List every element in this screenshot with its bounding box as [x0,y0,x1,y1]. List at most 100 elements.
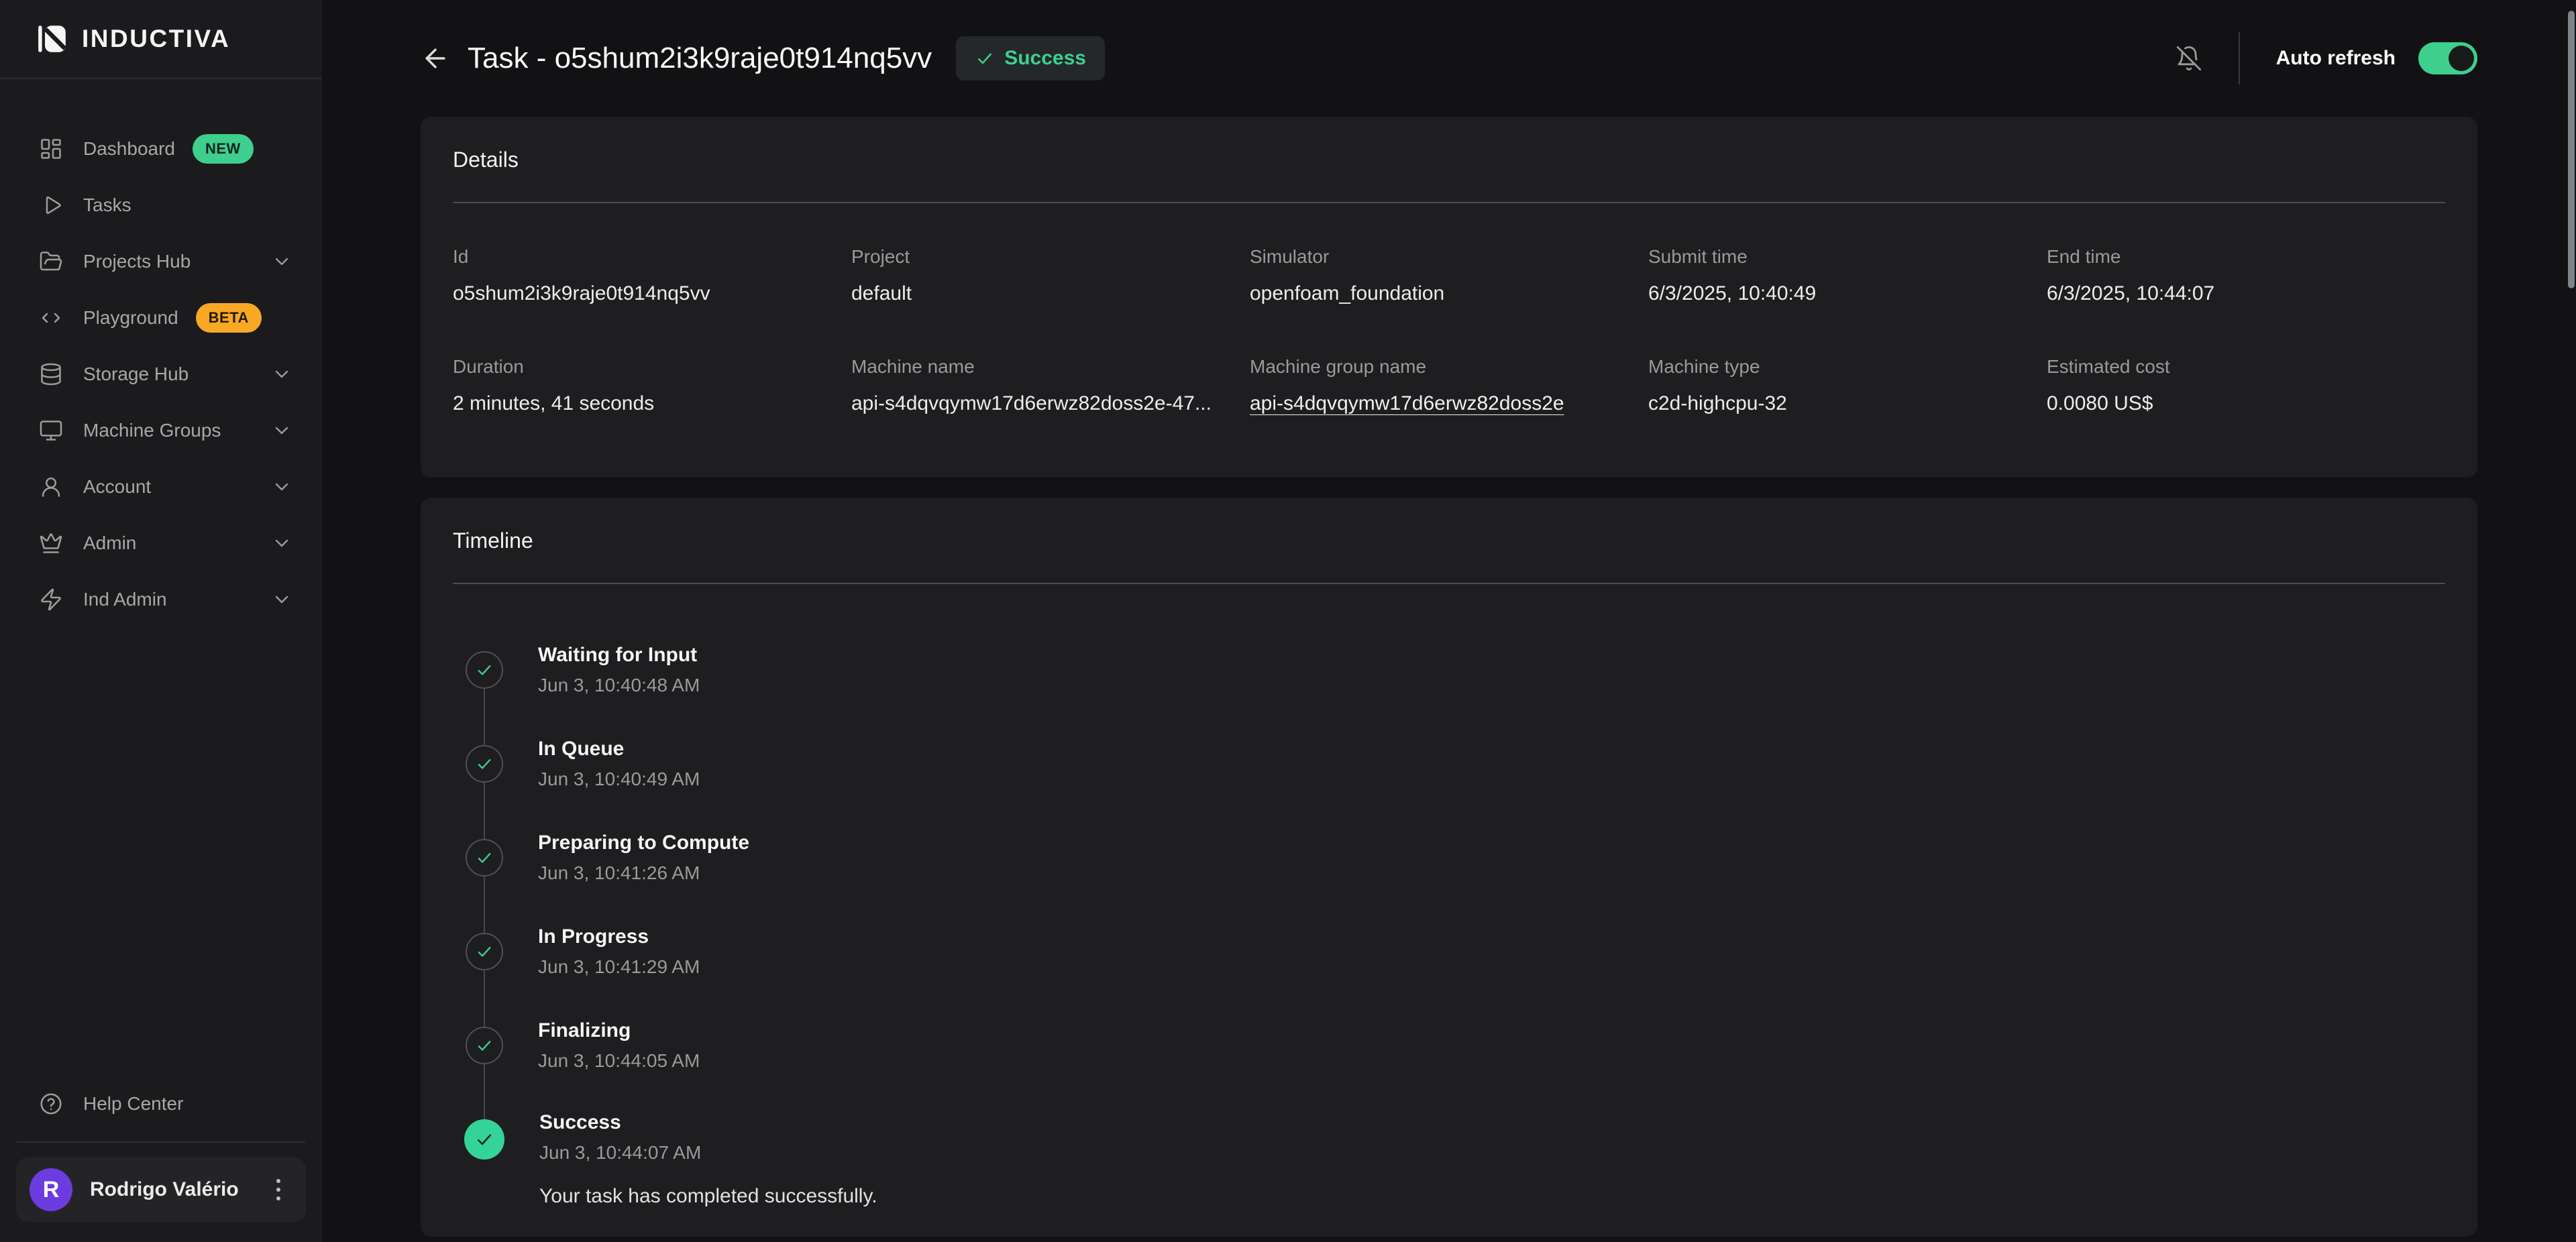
check-icon [475,848,494,867]
new-badge: NEW [193,134,254,164]
sidebar-item-help-center[interactable]: Help Center [0,1076,322,1132]
timeline-step-success: Success Jun 3, 10:44:07 AM Your task has… [466,1092,2445,1221]
field-end-time: End time 6/3/2025, 10:44:07 [2047,246,2445,305]
check-icon [475,754,494,773]
scrollbar-thumb[interactable] [2568,11,2575,288]
step-check-circle-filled [464,1119,504,1160]
user-menu[interactable]: R Rodrigo Valério [16,1158,306,1222]
user-icon [39,475,63,499]
sidebar-nav: Dashboard NEW Tasks Projects Hub Playgro… [0,79,322,628]
timeline-step-preparing-to-compute: Preparing to Compute Jun 3, 10:41:26 AM [466,811,2445,905]
user-menu-kebab-icon[interactable] [271,1174,286,1206]
field-project: Project default [851,246,1250,305]
step-time: Jun 3, 10:40:49 AM [538,769,700,790]
lightning-icon [39,587,63,612]
user-name: Rodrigo Valério [90,1178,239,1201]
chevron-down-icon [271,363,292,385]
main-content: Task - o5shum2i3k9raje0t914nq5vv Success… [322,0,2576,1242]
dashboard-icon [39,137,63,161]
field-value: default [851,282,1250,305]
check-icon [975,48,995,68]
field-label: Submit time [1648,246,2047,268]
sidebar-item-admin[interactable]: Admin [0,515,322,571]
sidebar-item-projects-hub[interactable]: Projects Hub [0,233,322,290]
field-value: c2d-highcpu-32 [1648,392,2047,415]
toggle-knob [2449,46,2474,71]
field-label: End time [2047,246,2445,268]
page-header: Task - o5shum2i3k9raje0t914nq5vv Success… [421,0,2477,117]
timeline-step-waiting-for-input: Waiting for Input Jun 3, 10:40:48 AM [466,623,2445,717]
field-estimated-cost: Estimated cost 0.0080 US$ [2047,356,2445,418]
field-label: Machine type [1648,356,2047,378]
step-title: Preparing to Compute [538,832,749,854]
page-title: Task - o5shum2i3k9raje0t914nq5vv [468,42,932,75]
step-title: Success [539,1111,877,1134]
details-title: Details [421,117,2477,172]
crown-icon [39,531,63,555]
inductiva-logo-icon [38,24,67,54]
machine-group-link[interactable]: api-s4dqvqymw17d6erwz82doss2e [1250,392,1564,415]
beta-badge: BETA [196,303,262,333]
timeline-card: Timeline Waiting for Input Jun 3, 10:40:… [421,498,2477,1237]
app-root: INDUCTIVA Dashboard NEW Tasks Projects H… [0,0,2576,1242]
step-check-circle [466,839,503,877]
back-button[interactable] [421,44,450,73]
sidebar-item-storage-hub[interactable]: Storage Hub [0,346,322,402]
chevron-down-icon [271,532,292,554]
field-label: Estimated cost [2047,356,2445,378]
success-message: Your task has completed successfully. [539,1185,877,1221]
sidebar-item-label: Playground [83,306,178,329]
auto-refresh-label: Auto refresh [2276,47,2396,70]
timeline-list: Waiting for Input Jun 3, 10:40:48 AM In … [421,584,2477,1221]
step-time: Jun 3, 10:41:26 AM [538,862,749,884]
sidebar-item-ind-admin[interactable]: Ind Admin [0,571,322,628]
field-label: Id [453,246,851,268]
field-simulator: Simulator openfoam_foundation [1250,246,1648,305]
field-value: o5shum2i3k9raje0t914nq5vv [453,282,851,305]
step-time: Jun 3, 10:44:05 AM [538,1050,700,1072]
step-check-circle [466,651,503,689]
step-check-circle [466,745,503,783]
step-title: In Queue [538,738,700,760]
field-machine-name: Machine name api-s4dqvqymw17d6erwz82doss… [851,356,1250,418]
sidebar-item-label: Tasks [83,194,131,217]
field-value: 6/3/2025, 10:40:49 [1648,282,2047,305]
sidebar-item-machine-groups[interactable]: Machine Groups [0,402,322,459]
check-icon [475,942,494,961]
sidebar-item-label: Machine Groups [83,419,221,442]
code-icon [39,306,63,330]
chevron-down-icon [271,589,292,610]
tasks-icon [39,193,63,217]
field-machine-type: Machine type c2d-highcpu-32 [1648,356,2047,418]
help-center-label: Help Center [83,1092,183,1115]
sidebar-item-dashboard[interactable]: Dashboard NEW [0,121,322,177]
field-value: openfoam_foundation [1250,282,1648,305]
sidebar-item-label: Projects Hub [83,250,191,273]
database-icon [39,362,63,386]
sidebar: INDUCTIVA Dashboard NEW Tasks Projects H… [0,0,322,1242]
sidebar-item-label: Storage Hub [83,363,189,386]
sidebar-logo[interactable]: INDUCTIVA [0,0,322,79]
help-circle-icon [39,1092,63,1116]
auto-refresh-toggle[interactable] [2418,42,2477,74]
field-label: Machine group name [1250,356,1648,378]
step-time: Jun 3, 10:44:07 AM [539,1142,877,1164]
step-check-circle [466,933,503,970]
step-title: In Progress [538,925,700,948]
sidebar-spacer [0,628,322,1076]
status-badge-label: Success [1004,47,1086,70]
sidebar-item-label: Admin [83,532,136,555]
timeline-title: Timeline [421,498,2477,553]
sidebar-item-playground[interactable]: Playground BETA [0,290,322,346]
notifications-off-icon[interactable] [2176,45,2202,72]
chevron-down-icon [271,251,292,272]
sidebar-item-tasks[interactable]: Tasks [0,177,322,233]
field-value: 6/3/2025, 10:44:07 [2047,282,2445,305]
sidebar-item-account[interactable]: Account [0,459,322,515]
field-value: 0.0080 US$ [2047,392,2445,415]
status-badge: Success [956,36,1105,80]
chevron-down-icon [271,420,292,441]
sidebar-item-label: Account [83,475,151,498]
avatar: R [30,1168,72,1211]
step-check-circle [466,1027,503,1064]
